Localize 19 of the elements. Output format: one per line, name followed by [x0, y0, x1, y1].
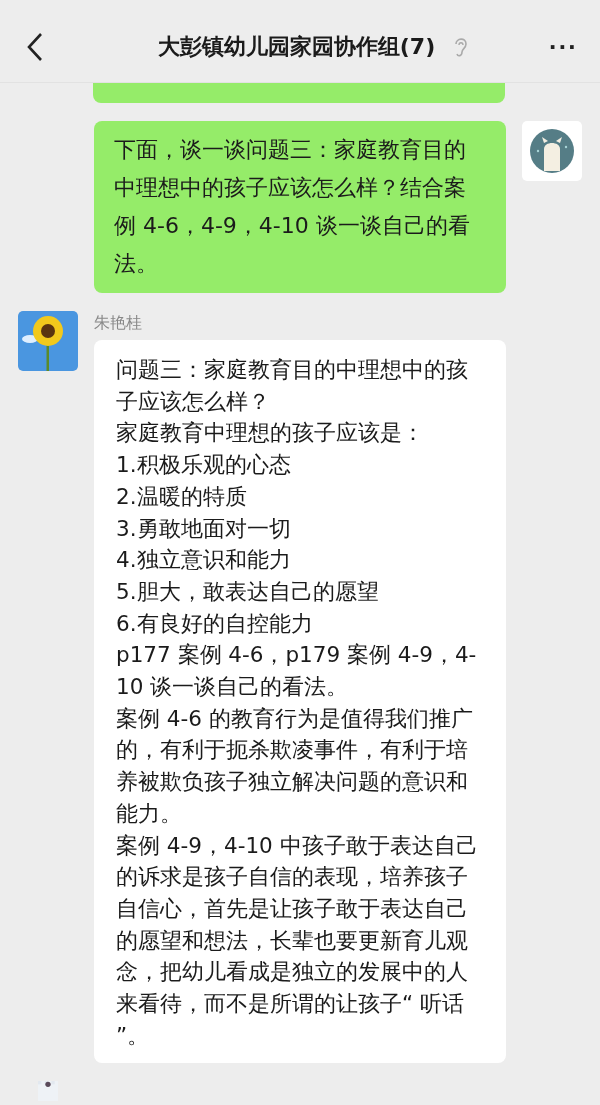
message-text: 案例 4-9，4-10 中孩子敢于表达自己的诉求是孩子自信的表现，培养孩子自信心，首先是让孩子敢于表达自己的愿望和想法，长辈也要更新育儿观念，把幼儿看成是独立的发展中的人来看待，而不是所谓的让孩子“ 听话 ”。: [116, 831, 479, 1050]
chat-title: 大彭镇幼儿园家园协作组(7): [157, 33, 436, 61]
message-text: 案例 4-6 的教育行为是值得我们推广的，有利于扼杀欺凌事件，有利于培养被欺负孩子独立解决问题的意识和能力。: [116, 704, 474, 828]
message-text: 4.独立意识和能力: [116, 546, 292, 575]
back-icon: [26, 32, 44, 62]
sender-name: 朱艳桂: [94, 313, 143, 334]
more-button[interactable]: ···: [545, 31, 582, 63]
message-text: 5.胆大，敢表达自己的愿望: [116, 577, 380, 606]
ear-icon: [453, 36, 470, 58]
message-text: 1.积极乐观的心态: [116, 451, 292, 480]
avatar: [18, 311, 78, 371]
message-text: 6.有良好的自控能力: [116, 609, 314, 638]
message-text: 下面，谈一谈问题三：家庭教育目的中理想中的孩子应该怎么样？结合案例 4-6，4-9，4-10 谈一谈自己的看法。: [114, 136, 471, 278]
message-text: 2.温暖的特质: [116, 482, 248, 511]
message-text: 问题三：家庭教育目的中理想中的孩子应该怎么样？: [116, 356, 469, 416]
message-text: 家庭教育中理想的孩子应该是：: [116, 419, 425, 448]
message-text: p177 案例 4-6，p179 案例 4-9，4-10 谈一谈自己的看法。: [116, 641, 478, 702]
avatar: [522, 121, 582, 181]
message-text: 3.勇敢地面对一切: [116, 514, 292, 543]
